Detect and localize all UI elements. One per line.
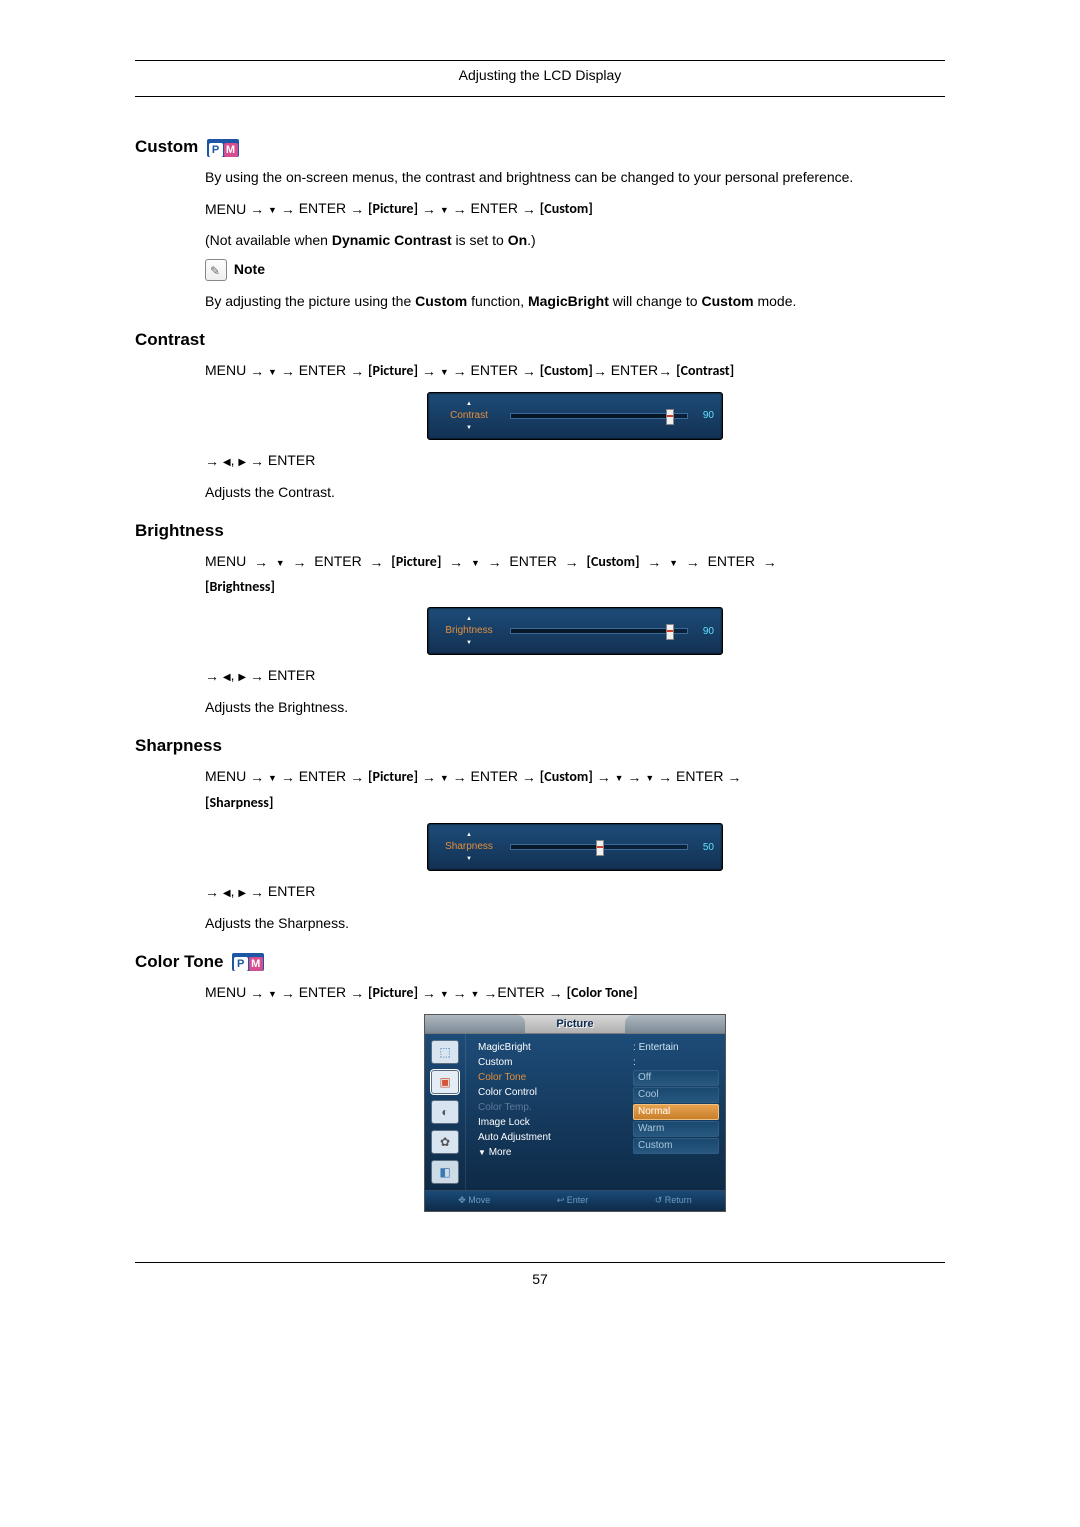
osd-title-bar: Picture <box>425 1015 725 1034</box>
page-number: 57 <box>135 1265 945 1287</box>
osd-values: : Entertain : OffCoolNormalWarmCustom <box>633 1040 719 1186</box>
color-tone-option-warm[interactable]: Warm <box>633 1121 719 1137</box>
arrow-up-icon: ▲ <box>434 614 504 624</box>
contrast-slider-fill <box>511 414 669 418</box>
sharpness-desc: Adjusts the Sharpness. <box>205 913 945 934</box>
custom-not-available: (Not available when Dynamic Contrast is … <box>205 230 945 251</box>
menu-color-tone[interactable]: Color Tone <box>478 1070 633 1085</box>
arrow-down-icon: ▼ <box>434 638 504 648</box>
footer-move: ✥ Move <box>458 1194 490 1208</box>
menu-auto-adjustment[interactable]: Auto Adjustment <box>478 1130 633 1145</box>
note-icon <box>205 259 227 281</box>
menu-color-temp: Color Temp. <box>478 1100 633 1115</box>
pm-badge-icon: PM <box>207 139 239 157</box>
heading-brightness: Brightness <box>135 521 945 541</box>
contrast-slider-thumb[interactable] <box>666 409 674 425</box>
osd-title: Picture <box>556 1018 593 1030</box>
nav-path-contrast-adjust: → ◀, ▶ → ENTER <box>205 450 945 472</box>
page: Adjusting the LCD Display Custom PM By u… <box>135 60 945 1317</box>
menu-color-control[interactable]: Color Control <box>478 1085 633 1100</box>
magicbright-value: Entertain <box>639 1042 679 1053</box>
color-tone-option-off[interactable]: Off <box>633 1070 719 1086</box>
arrow-down-icon: ▼ <box>434 423 504 433</box>
heading-color-tone: Color Tone PM <box>135 952 945 972</box>
nav-path-sharpness-adjust: → ◀, ▶ → ENTER <box>205 881 945 903</box>
top-rule-2 <box>135 96 945 97</box>
sharpness-slider-track[interactable] <box>510 844 688 850</box>
heading-custom-text: Custom <box>135 137 198 156</box>
nav-path-sharpness: MENU → ▼ → ENTER → [Picture] → ▼ → ENTER… <box>205 766 945 788</box>
arrow-up-icon: ▲ <box>434 399 504 409</box>
osd-menu-items: MagicBright Custom Color Tone Color Cont… <box>478 1040 633 1186</box>
note-label: Note <box>234 261 265 277</box>
brightness-slider-track[interactable] <box>510 628 688 634</box>
color-tone-option-cool[interactable]: Cool <box>633 1087 719 1103</box>
sound-icon[interactable]: ◐ <box>431 1100 459 1124</box>
slider-label: Sharpness <box>445 841 493 852</box>
arrow-up-icon: ▲ <box>434 830 504 840</box>
menu-magicbright[interactable]: MagicBright <box>478 1040 633 1055</box>
heading-contrast: Contrast <box>135 330 945 350</box>
slider-label: Brightness <box>445 625 492 636</box>
footer-enter: ↩ Enter <box>557 1194 589 1208</box>
nav-path-contrast: MENU → ▼ → ENTER → [Picture] → ▼ → ENTER… <box>205 360 945 382</box>
heading-sharpness: Sharpness <box>135 736 945 756</box>
brightness-slider-thumb[interactable] <box>666 624 674 640</box>
nav-path-custom: MENU → ▼ → ENTER → [Picture] → ▼ → ENTER… <box>205 198 945 220</box>
nav-path-brightness-adjust: → ◀, ▶ → ENTER <box>205 665 945 687</box>
menu-more[interactable]: ▼ More <box>478 1145 633 1160</box>
input-icon[interactable]: ⬚ <box>431 1040 459 1064</box>
osd-footer: ✥ Move ↩ Enter ↺ Return <box>425 1190 725 1211</box>
slider-label: Contrast <box>450 410 488 421</box>
pm-badge-icon: PM <box>232 953 264 971</box>
nav-path-brightness: MENU → ▼ → ENTER → [Picture] → ▼ → ENTER… <box>205 551 945 573</box>
arrow-down-icon: ▼ <box>434 854 504 864</box>
color-tone-option-custom[interactable]: Custom <box>633 1138 719 1154</box>
top-rule <box>135 60 945 61</box>
sharpness-value: 50 <box>694 840 714 855</box>
footer-return: ↺ Return <box>655 1194 692 1208</box>
sharpness-slider-thumb[interactable] <box>596 840 604 856</box>
brightness-value: 90 <box>694 624 714 639</box>
setup-icon[interactable]: ✿ <box>431 1130 459 1154</box>
picture-osd-menu: Picture ⬚ ▣ ◐ ✿ ◧ MagicBright Custom <box>424 1014 726 1212</box>
footer-rule <box>135 1262 945 1263</box>
contrast-value: 90 <box>694 408 714 423</box>
heading-custom: Custom PM <box>135 137 945 157</box>
running-header: Adjusting the LCD Display <box>135 63 945 89</box>
custom-paragraph-1: By using the on-screen menus, the contra… <box>205 167 945 188</box>
color-tone-option-normal[interactable]: Normal <box>633 1104 719 1120</box>
menu-image-lock[interactable]: Image Lock <box>478 1115 633 1130</box>
contrast-slider-osd: ▲ Contrast ▼ 90 <box>427 392 723 440</box>
note-row: Note <box>205 259 945 281</box>
contrast-desc: Adjusts the Contrast. <box>205 482 945 503</box>
osd-sidebar-icons: ⬚ ▣ ◐ ✿ ◧ <box>425 1034 466 1190</box>
contrast-slider-track[interactable] <box>510 413 688 419</box>
custom-note-text: By adjusting the picture using the Custo… <box>205 291 945 312</box>
nav-path-color-tone: MENU → ▼ → ENTER → [Picture] → ▼ → ▼ →EN… <box>205 982 945 1004</box>
multi-icon[interactable]: ◧ <box>431 1160 459 1184</box>
brightness-desc: Adjusts the Brightness. <box>205 697 945 718</box>
sharpness-slider-osd: ▲ Sharpness ▼ 50 <box>427 823 723 871</box>
picture-icon[interactable]: ▣ <box>431 1070 459 1094</box>
menu-custom[interactable]: Custom <box>478 1055 633 1070</box>
brightness-slider-osd: ▲ Brightness ▼ 90 <box>427 607 723 655</box>
